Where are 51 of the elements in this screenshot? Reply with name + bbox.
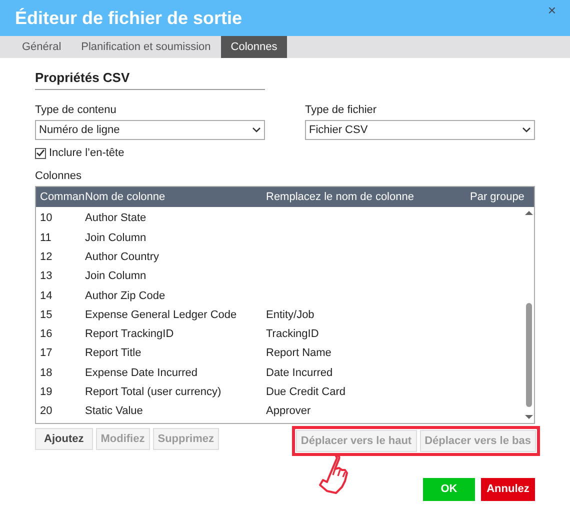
field-label: Colonnes — [35, 170, 82, 182]
column-header[interactable]: Comman — [40, 190, 85, 203]
field-label: Type de contenu — [35, 102, 118, 118]
table-cell: Author Country — [85, 250, 159, 263]
table-cell: 14 — [40, 290, 52, 302]
table-cell: Entity/Job — [266, 308, 314, 321]
table-cell: Date Incurred — [266, 366, 333, 379]
table-cell: Join Column — [85, 232, 146, 244]
table-cell: 19 — [40, 386, 52, 398]
chevron-down-icon — [252, 127, 261, 133]
table-cell: 10 — [40, 212, 52, 224]
close-button[interactable]: × — [548, 3, 556, 17]
section-title: Propriétés CSV — [35, 70, 130, 85]
action-button[interactable]: Ajoutez — [35, 428, 93, 450]
table-cell: 15 — [40, 308, 52, 321]
field-label: Type de fichier — [305, 102, 378, 118]
table-cell: Report Name — [266, 347, 332, 360]
column-header[interactable]: Par groupe — [470, 190, 524, 203]
table-cell: Report TrackingID — [85, 328, 174, 340]
column-header[interactable]: Nom de colonne — [85, 190, 166, 203]
table-cell: 18 — [40, 366, 52, 379]
table-cell: TrackingID — [266, 328, 319, 340]
table-cell: Report Title — [85, 347, 142, 360]
table-cell: Approver — [266, 405, 311, 418]
table-cell: 11 — [40, 232, 52, 244]
table-cell: 17 — [40, 347, 52, 360]
window-title: Éditeur de fichier de sortie — [15, 6, 242, 30]
checkbox[interactable] — [35, 148, 46, 159]
table-cell: Author State — [85, 212, 146, 224]
tab[interactable]: Planification et soumission — [71, 36, 221, 58]
table-cell: 13 — [40, 270, 52, 282]
table-cell: Expense General Ledger Code — [85, 308, 237, 321]
table-cell: Report Total (user currency) — [85, 386, 222, 398]
table-cell: Static Value — [85, 405, 143, 418]
cancel-button[interactable]: Annulez — [481, 478, 535, 501]
chevron-down-icon — [522, 127, 531, 133]
table-cell: 16 — [40, 328, 52, 340]
table-cell: Author Zip Code — [85, 290, 166, 302]
table-cell: Due Credit Card — [266, 386, 346, 398]
scroll-up-icon[interactable] — [525, 210, 533, 215]
scroll-down-icon[interactable] — [525, 415, 533, 420]
table-cell: Join Column — [85, 270, 146, 282]
content-type-select[interactable]: Numéro de ligne — [35, 120, 265, 140]
column-header[interactable]: Remplacez le nom de colonne — [266, 190, 414, 203]
tab[interactable]: Général — [12, 36, 72, 58]
table-cell: Expense Date Incurred — [85, 366, 198, 379]
checkbox-label: Inclure l’en-tête — [49, 146, 124, 161]
table-cell: 20 — [40, 405, 52, 418]
file-type-select[interactable]: Fichier CSV — [305, 120, 535, 140]
table-cell: 12 — [40, 250, 52, 263]
tab[interactable]: Colonnes — [220, 36, 288, 58]
